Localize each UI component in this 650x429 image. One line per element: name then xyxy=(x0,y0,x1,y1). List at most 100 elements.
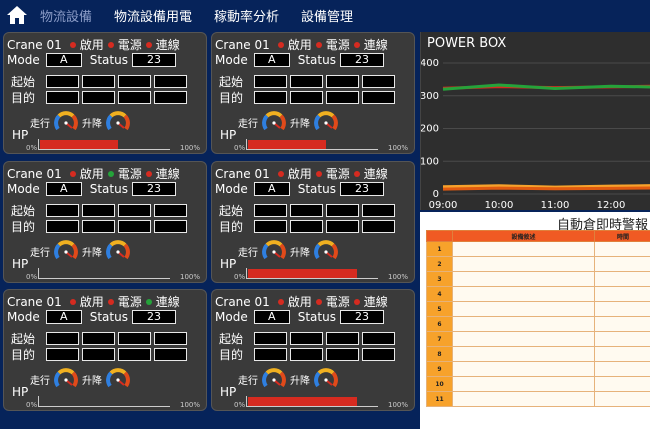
hp-bar-fill xyxy=(40,140,118,149)
hp-label: HP xyxy=(220,128,237,142)
chart-y-tick: 300 xyxy=(421,91,439,102)
destination-cell xyxy=(46,348,79,361)
origin-cell xyxy=(82,332,115,345)
origin-cell xyxy=(362,204,395,217)
lift-gauge-icon xyxy=(314,240,338,260)
alarm-row-index: 8 xyxy=(426,346,453,362)
crane-panel-2: Crane 01 啟用 電源 連線 Mode A Status 23 起始 目的 xyxy=(211,32,415,154)
mode-value: A xyxy=(45,182,82,196)
hp-label: HP xyxy=(12,128,29,142)
origin-cell xyxy=(46,332,79,345)
alarm-row: 11 xyxy=(426,391,650,407)
destination-cell xyxy=(82,348,115,361)
alarm-row: 9 xyxy=(426,361,650,377)
destination-cell xyxy=(326,220,359,233)
origin-cell xyxy=(154,75,187,88)
lift-label: 升降 xyxy=(82,375,102,387)
status-value: 23 xyxy=(131,182,176,196)
destination-cell xyxy=(154,348,187,361)
nav-equipment-power[interactable]: 物流設備用電 xyxy=(114,6,192,25)
enable-led-icon xyxy=(69,298,76,305)
alarm-description-cell xyxy=(452,271,595,287)
location-labels: 起始 目的 xyxy=(219,74,243,106)
power-led-icon xyxy=(107,41,114,48)
lift-label: 升降 xyxy=(290,247,310,259)
nav-utilization-analysis[interactable]: 稼動率分析 xyxy=(214,6,279,25)
alarm-row: 6 xyxy=(426,316,650,332)
enable-led-icon xyxy=(69,170,76,177)
gauges-row: 走行 升降 xyxy=(30,109,134,135)
origin-cell xyxy=(118,75,151,88)
nav-logistics-equipment[interactable]: 物流設備 xyxy=(40,6,92,25)
lift-label: 升降 xyxy=(82,118,102,130)
alarm-row: 10 xyxy=(426,376,650,392)
origin-label: 起始 xyxy=(219,75,244,89)
link-label: 連線 xyxy=(155,167,180,181)
power-led-icon xyxy=(107,298,114,305)
hp-bar xyxy=(38,268,170,279)
hp-min-label: 0% xyxy=(234,144,246,152)
origin-label: 起始 xyxy=(219,332,244,346)
alarm-time-cell xyxy=(594,316,650,332)
mode-label: Mode xyxy=(215,53,248,67)
mode-label: Mode xyxy=(7,310,40,324)
link-label: 連線 xyxy=(155,295,180,309)
alarm-time-cell xyxy=(594,391,650,407)
destination-cell xyxy=(154,91,187,104)
alarm-time-cell xyxy=(594,286,650,302)
destination-cell xyxy=(326,348,359,361)
status-value: 23 xyxy=(339,310,384,324)
hp-min-label: 0% xyxy=(26,144,38,152)
enable-label: 啟用 xyxy=(287,295,312,309)
enable-led-icon xyxy=(277,41,284,48)
crane-header: Crane 01 啟用 電源 連線 xyxy=(215,293,390,310)
travel-gauge-icon xyxy=(54,368,78,388)
gauges-row: 走行 升降 xyxy=(238,109,342,135)
hp-bar xyxy=(246,139,378,150)
mode-value: A xyxy=(253,310,290,324)
destination-cell xyxy=(46,220,79,233)
location-labels: 起始 目的 xyxy=(11,74,35,106)
lift-label: 升降 xyxy=(82,247,102,259)
crane-name: Crane 01 xyxy=(7,294,62,309)
link-led-icon xyxy=(145,170,152,177)
travel-gauge-icon xyxy=(262,368,286,388)
alarm-row: 1 xyxy=(426,241,650,257)
origin-cell xyxy=(326,75,359,88)
status-label: Status xyxy=(89,310,128,324)
chart-x-tick: 09:00 xyxy=(429,200,458,210)
destination-cell xyxy=(118,91,151,104)
destination-cell xyxy=(254,91,287,104)
alarm-row: 4 xyxy=(426,286,650,302)
crane-name: Crane 01 xyxy=(215,37,270,52)
mode-value: A xyxy=(45,53,82,67)
alarm-description-cell xyxy=(452,361,595,377)
location-labels: 起始 目的 xyxy=(219,331,243,363)
home-icon[interactable] xyxy=(6,5,28,25)
hp-bar xyxy=(246,396,378,407)
chart-series-line-4 xyxy=(442,186,650,191)
alarm-index-header xyxy=(426,230,453,242)
destination-cell xyxy=(46,91,79,104)
hp-label: HP xyxy=(220,385,237,399)
origin-cell xyxy=(362,75,395,88)
hp-min-label: 0% xyxy=(26,401,38,409)
crane-header: Crane 01 啟用 電源 連線 xyxy=(7,293,182,310)
alarm-description-cell xyxy=(452,286,595,302)
enable-label: 啟用 xyxy=(79,295,104,309)
status-value: 23 xyxy=(339,53,384,67)
nav-equipment-management[interactable]: 設備管理 xyxy=(301,6,353,25)
travel-gauge-icon xyxy=(262,240,286,260)
crane-header: Crane 01 啟用 電源 連線 xyxy=(7,36,182,53)
alarm-time-cell xyxy=(594,241,650,257)
destination-label: 目的 xyxy=(219,348,244,362)
alarm-row-index: 7 xyxy=(426,331,453,347)
mode-status-row: Mode A Status 23 xyxy=(7,53,176,67)
location-grid xyxy=(46,332,187,361)
destination-cell xyxy=(118,348,151,361)
alarm-row: 3 xyxy=(426,271,650,287)
crane-header: Crane 01 啟用 電源 連線 xyxy=(7,165,182,182)
gauges-row: 走行 升降 xyxy=(238,366,342,392)
alarm-row-index: 11 xyxy=(426,391,453,407)
lift-gauge-icon xyxy=(106,368,130,388)
